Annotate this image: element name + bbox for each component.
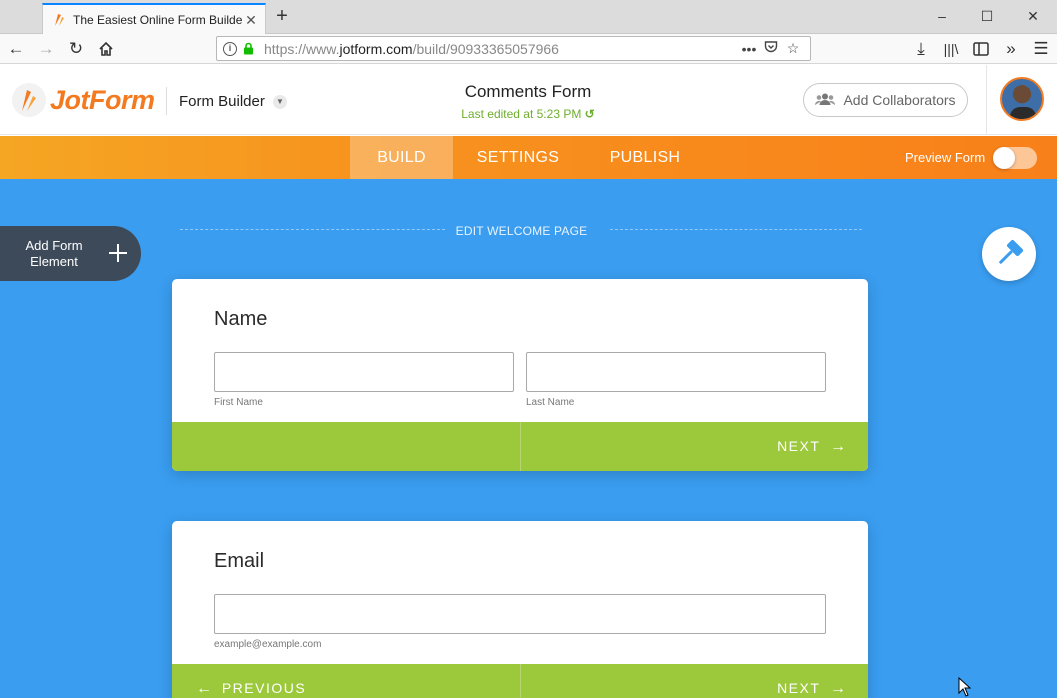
welcome-divider-left [180,229,445,230]
question-card-name[interactable]: Name First Name Last Name NEXT → [172,279,868,471]
user-avatar[interactable] [1000,77,1044,121]
lock-icon [244,42,253,55]
users-group-icon [815,93,836,108]
add-form-element-label: Add Form Element [25,237,83,269]
forward-arrow-icon[interactable]: → [35,38,57,60]
form-title[interactable]: Comments Form [428,82,628,102]
browser-tab-active[interactable]: The Easiest Online Form Builder ✕ [42,3,266,34]
edit-welcome-page-link[interactable]: EDIT WELCOME PAGE [445,224,598,238]
form-canvas: EDIT WELCOME PAGE Add Form Element Name … [0,179,1057,698]
card-footer: ← PREVIOUS NEXT → [172,664,868,698]
avatar-body [1010,107,1036,119]
first-name-sublabel: First Name [214,397,263,408]
tab-settings[interactable]: SETTINGS [465,136,571,179]
header-divider-right [986,65,987,135]
welcome-divider-right [610,229,862,230]
card-footer: NEXT → [172,422,868,471]
form-builder-label[interactable]: Form Builder [179,93,265,110]
jotform-logo-icon [12,83,46,117]
last-edited-status[interactable]: Last edited at 5:23 PM ↺ [428,107,628,121]
add-form-element-button[interactable]: Add Form Element [0,226,141,281]
url-bar[interactable]: i https://www.jotform.com/build/90933365… [216,36,811,61]
next-button[interactable]: NEXT → [777,664,846,698]
site-info-icon[interactable]: i [223,41,237,56]
question-label[interactable]: Email [214,550,264,573]
revision-history-icon[interactable]: ↺ [585,107,595,121]
previous-button[interactable]: ← PREVIOUS [196,664,306,698]
mouse-cursor-icon [958,677,972,697]
browser-tabstrip: The Easiest Online Form Builder ✕ + – ☐ … [0,0,1057,34]
arrow-right-icon: → [825,680,846,697]
pocket-icon[interactable] [760,40,782,57]
footer-divider [520,664,521,698]
preview-form-toggle[interactable] [993,147,1037,169]
last-name-input[interactable] [526,352,826,392]
question-label[interactable]: Name [214,308,267,331]
arrow-right-icon: → [825,438,846,455]
add-collaborators-button[interactable]: Add Collaborators [803,83,968,117]
tab-build[interactable]: BUILD [350,136,453,179]
maximize-icon[interactable]: ☐ [977,6,997,26]
first-name-input[interactable] [214,352,514,392]
last-name-sublabel: Last Name [526,397,575,408]
url-text: https://www.jotform.com/build/9093336505… [264,40,559,57]
new-tab-button[interactable]: + [272,6,292,26]
minimize-icon[interactable]: – [932,6,952,26]
form-designer-button[interactable] [982,227,1036,281]
hamburger-menu-icon[interactable]: ☰ [1030,38,1052,60]
sidebar-icon[interactable] [970,38,992,60]
window-close-icon[interactable]: ✕ [1023,6,1043,26]
question-card-email[interactable]: Email example@example.com ← PREVIOUS NEX… [172,521,868,698]
browser-navbar: ← → ↻ i https://www.jotform.com/build/90… [0,34,1057,64]
add-collaborators-label: Add Collaborators [843,92,956,108]
logo-text: JotForm [50,84,155,115]
reload-icon[interactable]: ↻ [65,38,87,60]
next-button[interactable]: NEXT → [777,422,846,471]
app-header: JotForm Form Builder ▼ Comments Form Las… [0,65,1057,135]
back-arrow-icon[interactable]: ← [5,38,27,60]
home-icon[interactable] [95,38,117,60]
plus-icon [108,239,128,269]
email-input[interactable] [214,594,826,634]
library-icon[interactable]: |||\ [940,38,962,60]
tab-publish[interactable]: PUBLISH [598,136,692,179]
builder-nav-bar: BUILD SETTINGS PUBLISH Preview Form [0,136,1057,179]
close-tab-icon[interactable]: ✕ [243,12,259,28]
header-divider [166,87,167,115]
download-icon[interactable]: ⤓ [910,38,932,60]
toggle-knob [993,147,1015,169]
preview-form-label: Preview Form [905,150,986,165]
overflow-chevron-icon[interactable]: » [1000,38,1022,60]
email-sublabel: example@example.com [214,639,322,650]
footer-divider [520,422,521,471]
jotform-favicon-icon [55,13,64,26]
page-actions-icon[interactable]: ••• [738,41,760,57]
arrow-left-icon: ← [196,680,217,697]
chevron-down-icon[interactable]: ▼ [273,95,287,109]
bookmark-star-icon[interactable]: ☆ [782,40,804,57]
tab-title: The Easiest Online Form Builder [73,12,243,27]
paint-roller-icon [999,239,1024,264]
jotform-logo[interactable]: JotForm [12,83,155,117]
